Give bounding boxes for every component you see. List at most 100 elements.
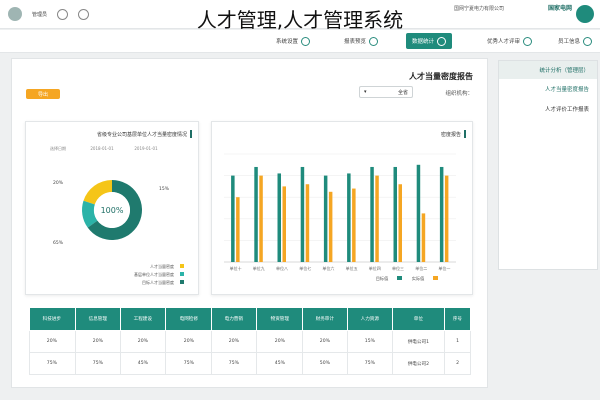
table-header-cell: 人力资源 [347,307,393,331]
org-label: 组织机构： [445,91,473,97]
table-cell: 供电公司1 [392,330,445,353]
nav-item-employee-info[interactable]: 员工信息 [558,33,592,49]
legend-label: 实际值 [412,275,425,282]
date-filter-2: 2019-01-01 [134,146,158,151]
app-window: 国家电网 国网宁夏电力有限公司 管理员 员工信息 优秀人才评审 数据统计 报表预… [0,0,600,400]
table-cell: 75% [211,352,257,375]
legend-swatch [180,272,184,276]
x-tick-label: 单位十 [230,265,242,271]
chart-icon [437,36,446,46]
table-row[interactable]: 1 供电公司1 15% 20% 20% 20% 20% 20% 20% 20% [29,330,471,353]
award-icon [523,36,532,46]
bar-actual [398,184,402,262]
x-tick-label: 单位四 [369,265,381,271]
slice-callout: 65% [53,240,64,246]
table-header-cell: 工程建设 [120,307,166,331]
table-cell: 75% [165,352,212,375]
donut-chart-card: 省级专业公司基层单位人才当量密度情况 选择日期 2018-01-01 2019-01… [25,121,199,295]
table-cell: 20% [302,330,348,353]
nav-item-talent-review[interactable]: 优秀人才评审 [487,33,532,49]
bar-chart: 单位一 单位二 单位三 单位四 单位五 单位六 单位七 单位八 单位九 单位十实际值 目标值 [224,153,456,282]
export-button[interactable]: 导出 [26,89,60,99]
bar-actual [352,188,356,262]
x-tick-label: 单位九 [253,265,265,271]
table-header-cell: 单位 [392,307,445,331]
nav-item-system-settings[interactable]: 系统设置 [276,33,310,49]
date-filter-0: 选择日期 [50,145,66,151]
donut-chart: 选择日期 2018-01-01 2019-01-01 100% 20% 15% 65% 人才当… [50,145,184,285]
table-cell: 75% [29,352,76,375]
bar-target [370,166,374,262]
bar-target [231,175,235,262]
x-tick-label: 单位一 [438,265,450,271]
data-table: 序号 单位 人力资源 财务审计 物资管理 电力营销 电网检修 工程建设 信息管理 科技进步 1 供电… [29,307,471,375]
bar-target [347,173,351,262]
bar-target [416,164,421,262]
legend-label: 目标人才当量密度 [142,279,174,285]
slice-callout: 15% [159,186,170,192]
table-cell: 75% [347,352,393,375]
legend-label: 基层单位人才当量密度 [134,271,174,277]
x-tick-label: 单位七 [299,265,311,271]
bar-actual [305,184,310,262]
sidebar-item-evaluation-report[interactable]: 人才评价工作报表 [499,99,597,119]
bar-target [300,166,305,262]
nav-item-report-preview[interactable]: 报表预览 [344,33,378,49]
bar-actual [375,175,379,262]
table-header-cell: 电网检修 [165,307,212,331]
table-cell: 75% [75,352,121,375]
legend-swatch [397,276,402,280]
bar-target [277,173,281,262]
table-header-cell: 序号 [444,307,471,331]
table-header-cell: 电力营销 [211,307,257,331]
legend-swatch [180,280,184,284]
main-panel: 人才当量密度报告 组织机构： 全省 ▾ 导出 密度报告 单位一 单位二 单位三 单位四… [11,58,488,388]
table-cell: 20% [120,330,166,353]
x-tick-label: 单位三 [392,265,404,271]
sidebar-item-density-report[interactable]: 人才当量密度报告 [499,79,597,99]
user-icon [583,36,592,46]
date-filter-1: 2018-01-01 [90,146,114,151]
page-title: 人才当量密度报告 [409,72,473,81]
table-header-cell: 科技进步 [29,307,76,331]
table-cell: 45% [256,352,303,375]
table-cell: 供电公司2 [392,352,445,375]
chevron-down-icon: ▾ [364,89,367,95]
table-cell: 20% [211,330,257,353]
bar-target [323,175,328,262]
org-select-value: 全省 [397,89,408,96]
watermark-caption: 人才管理,人才管理系统 [196,8,404,32]
table-row[interactable]: 2 供电公司2 75% 50% 45% 75% 75% 45% 75% 75% [29,352,471,375]
table-cell: 50% [302,352,348,375]
x-tick-label: 单位六 [322,265,334,271]
x-tick-label: 单位二 [415,265,427,271]
bar-actual [259,175,263,262]
slice-callout: 20% [53,180,64,186]
document-icon [369,36,378,46]
table-cell: 20% [75,330,121,353]
legend-label: 人才当量密度 [150,263,174,269]
org-select[interactable]: 全省 ▾ [359,86,413,98]
bar-target [439,166,444,262]
bar-actual [282,186,286,262]
legend-label: 目标值 [376,275,389,282]
table-cell: 45% [120,352,166,375]
nav-item-statistics[interactable]: 数据统计 [405,33,452,49]
x-tick-label: 单位五 [346,265,358,271]
table-header-cell: 物资管理 [256,307,303,331]
table-cell: 20% [256,330,303,353]
table-cell: 1 [444,330,471,353]
table-cell: 2 [444,352,471,375]
bar-chart-card: 密度报告 单位一 单位二 单位三 单位四 单位五 单位六 单位七 单位八 单位九 单位十 实际值 目标… [211,121,473,295]
bar-target [393,166,397,262]
table-header-cell: 信息管理 [75,307,121,331]
bar-actual [421,213,426,262]
center-label: 100% [101,206,124,215]
bar-actual [328,191,333,262]
table-cell: 15% [347,330,393,353]
table-cell: 20% [165,330,212,353]
legend-swatch [433,276,438,280]
main-nav: 员工信息 优秀人才评审 数据统计 报表预览 系统设置 [0,30,600,53]
bar-actual [236,197,240,262]
sidebar-heading[interactable]: 统计分析（管理层） [499,61,597,79]
